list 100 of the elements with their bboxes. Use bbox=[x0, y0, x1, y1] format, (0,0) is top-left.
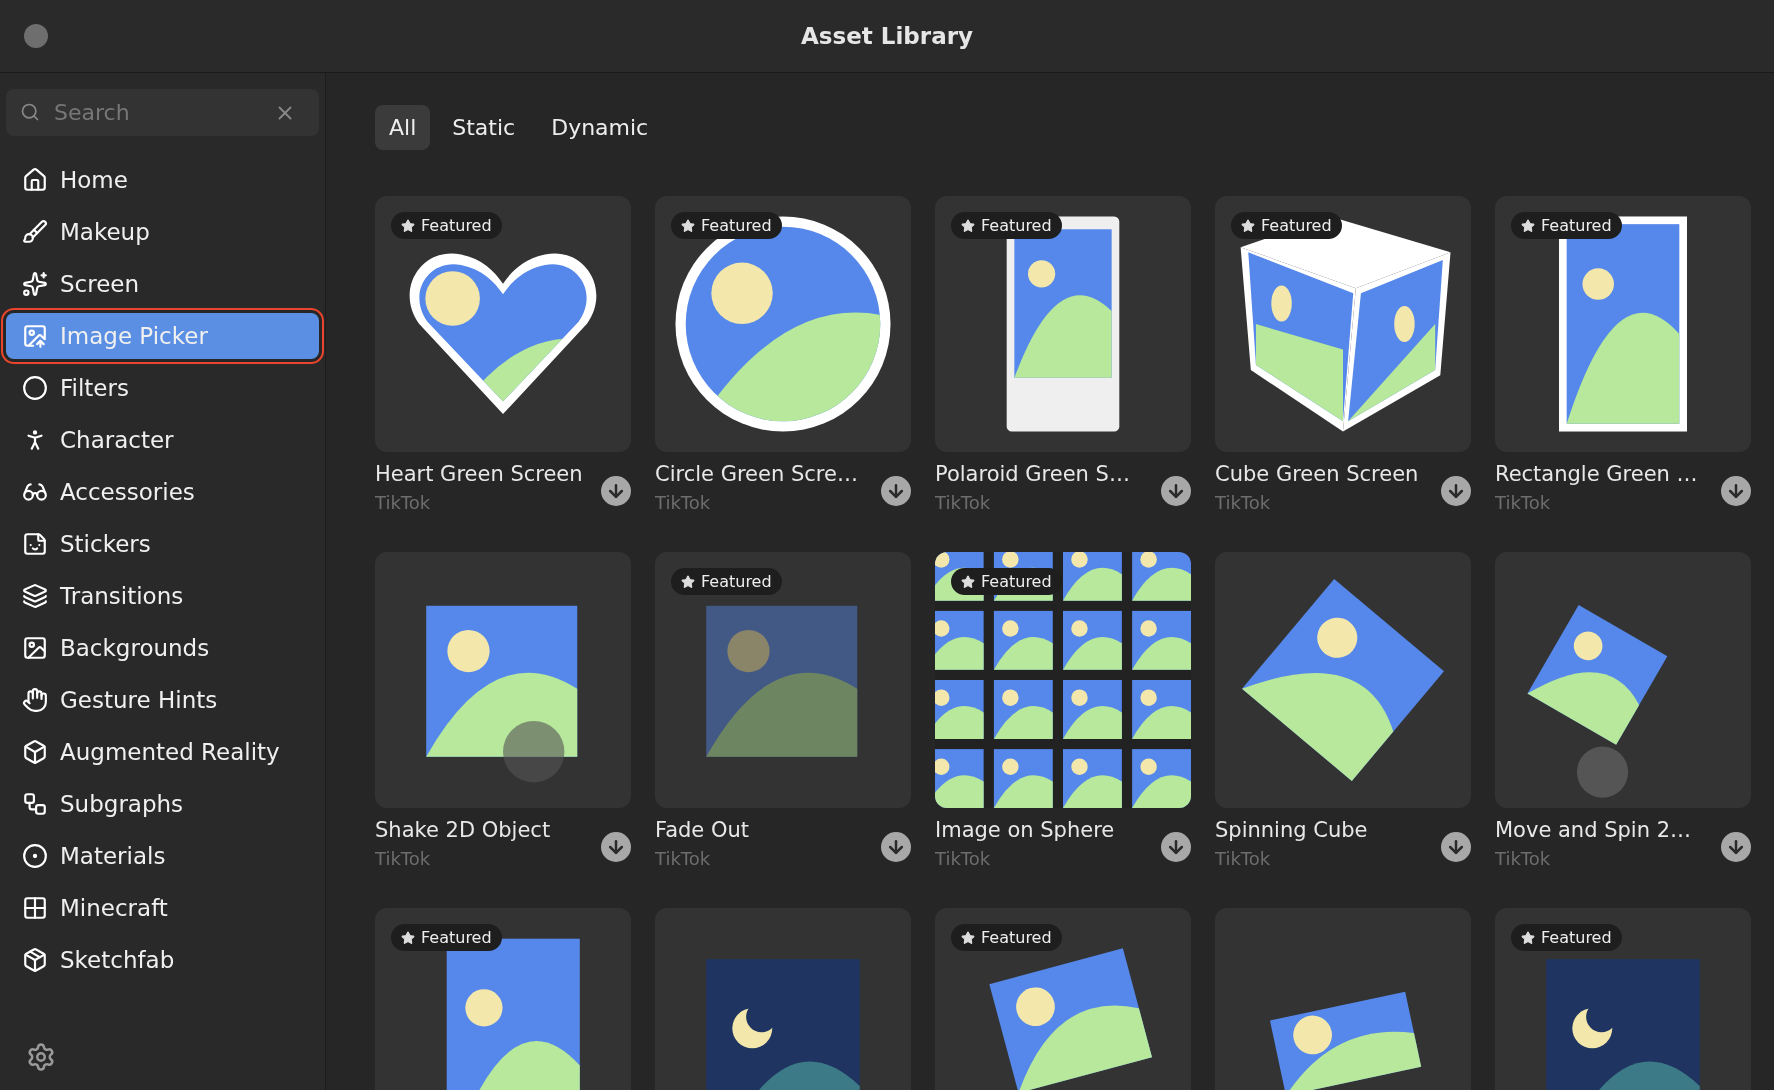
sidebar-item[interactable]: Stickers bbox=[6, 521, 319, 567]
asset-author: TikTok bbox=[655, 848, 712, 869]
hand-icon bbox=[22, 687, 48, 713]
sidebar-item[interactable]: Materials bbox=[6, 833, 319, 879]
search-icon bbox=[20, 102, 40, 122]
asset-thumbnail[interactable]: Featured bbox=[375, 908, 631, 1090]
asset-author: TikTok bbox=[1495, 848, 1552, 869]
sidebar-item[interactable]: Makeup bbox=[6, 209, 319, 255]
download-icon bbox=[1446, 481, 1466, 501]
search-field[interactable]: Search bbox=[6, 89, 319, 136]
asset-thumbnail[interactable]: Featured bbox=[1215, 196, 1471, 452]
asset-thumbnail[interactable]: Featured bbox=[1495, 908, 1751, 1090]
settings-icon[interactable] bbox=[26, 1042, 56, 1072]
download-button[interactable] bbox=[1441, 832, 1471, 862]
asset-author: TikTok bbox=[655, 492, 712, 513]
star-icon bbox=[1521, 218, 1535, 233]
asset-title: Cube Green Screen bbox=[1215, 462, 1419, 486]
image-upload-icon bbox=[22, 323, 48, 349]
sticker-icon bbox=[22, 531, 48, 557]
asset-title: Shake 2D Object bbox=[375, 818, 551, 842]
badge-label: Featured bbox=[1541, 216, 1612, 235]
asset-thumbnail[interactable]: Featured bbox=[375, 196, 631, 452]
asset-author: TikTok bbox=[1215, 492, 1272, 513]
asset-author: TikTok bbox=[935, 848, 992, 869]
download-icon bbox=[1726, 481, 1746, 501]
asset-thumbnail[interactable]: Featured bbox=[935, 908, 1191, 1090]
download-icon bbox=[886, 481, 906, 501]
filter-tab[interactable]: Static bbox=[438, 105, 530, 150]
layers-icon bbox=[22, 583, 48, 609]
badge-label: Featured bbox=[1261, 216, 1332, 235]
cube-icon bbox=[22, 739, 48, 765]
asset-title: Image on Sphere bbox=[935, 818, 1115, 842]
sidebar-item[interactable]: Home bbox=[6, 157, 319, 203]
asset-title: Polaroid Green S… bbox=[935, 462, 1130, 486]
home-icon bbox=[22, 167, 48, 193]
download-button[interactable] bbox=[1161, 476, 1191, 506]
star-icon bbox=[681, 574, 695, 589]
asset-thumbnail[interactable] bbox=[375, 552, 631, 808]
asset-author: TikTok bbox=[1215, 848, 1272, 869]
sidebar-item[interactable]: Augmented Reality bbox=[6, 729, 319, 775]
window-control[interactable] bbox=[24, 24, 48, 48]
asset-title: Rectangle Green … bbox=[1495, 462, 1698, 486]
star-icon bbox=[961, 930, 975, 945]
sidebar-item[interactable]: Accessories bbox=[6, 469, 319, 515]
download-button[interactable] bbox=[881, 832, 911, 862]
download-icon bbox=[1726, 837, 1746, 857]
download-button[interactable] bbox=[1161, 832, 1191, 862]
download-button[interactable] bbox=[601, 832, 631, 862]
badge-label: Featured bbox=[981, 928, 1052, 947]
asset-title: Heart Green Screen bbox=[375, 462, 583, 486]
sidebar-item[interactable]: Gesture Hints bbox=[6, 677, 319, 723]
download-button[interactable] bbox=[1721, 832, 1751, 862]
badge-label: Featured bbox=[981, 216, 1052, 235]
download-icon bbox=[606, 481, 626, 501]
asset-thumbnail[interactable] bbox=[1495, 552, 1751, 808]
sidebar-item[interactable]: Transitions bbox=[6, 573, 319, 619]
badge-label: Featured bbox=[421, 216, 492, 235]
star-icon bbox=[401, 218, 415, 233]
asset-thumbnail[interactable]: Featured bbox=[655, 196, 911, 452]
asset-thumbnail[interactable]: Featured bbox=[935, 196, 1191, 452]
sidebar-item[interactable]: Character bbox=[6, 417, 319, 463]
filter-tab[interactable]: Dynamic bbox=[537, 105, 663, 150]
asset-title: Circle Green Scre… bbox=[655, 462, 858, 486]
sidebar-item[interactable]: Minecraft bbox=[6, 885, 319, 931]
download-button[interactable] bbox=[1441, 476, 1471, 506]
badge-label: Featured bbox=[701, 216, 772, 235]
sparkle-icon bbox=[22, 271, 48, 297]
asset-title: Spinning Cube bbox=[1215, 818, 1368, 842]
star-icon bbox=[961, 574, 975, 589]
asset-thumbnail[interactable]: Featured bbox=[935, 552, 1191, 808]
sidebar-item[interactable]: Screen bbox=[6, 261, 319, 307]
filter-tab[interactable]: All bbox=[375, 105, 431, 150]
download-icon bbox=[1446, 837, 1466, 857]
asset-thumbnail[interactable]: Featured bbox=[1495, 196, 1751, 452]
image-icon bbox=[22, 635, 48, 661]
box-icon bbox=[22, 947, 48, 973]
download-icon bbox=[1166, 481, 1186, 501]
asset-thumbnail[interactable]: Featured bbox=[655, 552, 911, 808]
asset-thumbnail[interactable] bbox=[1215, 908, 1471, 1090]
download-button[interactable] bbox=[601, 476, 631, 506]
badge-label: Featured bbox=[1541, 928, 1612, 947]
asset-author: TikTok bbox=[375, 492, 432, 513]
sidebar-item[interactable]: Filters bbox=[6, 365, 319, 411]
sidebar-item[interactable]: Sketchfab bbox=[6, 937, 319, 983]
download-icon bbox=[886, 837, 906, 857]
asset-author: TikTok bbox=[1495, 492, 1552, 513]
asset-thumbnail[interactable] bbox=[655, 908, 911, 1090]
grid-icon bbox=[22, 895, 48, 921]
star-icon bbox=[401, 930, 415, 945]
nodes-icon bbox=[22, 791, 48, 817]
download-button[interactable] bbox=[1721, 476, 1751, 506]
asset-thumbnail[interactable] bbox=[1215, 552, 1471, 808]
star-icon bbox=[1521, 930, 1535, 945]
sidebar-item[interactable]: Backgrounds bbox=[6, 625, 319, 671]
download-button[interactable] bbox=[881, 476, 911, 506]
asset-author: TikTok bbox=[935, 492, 992, 513]
badge-label: Featured bbox=[421, 928, 492, 947]
star-icon bbox=[681, 218, 695, 233]
download-icon bbox=[606, 837, 626, 857]
sidebar-item[interactable]: Subgraphs bbox=[6, 781, 319, 827]
